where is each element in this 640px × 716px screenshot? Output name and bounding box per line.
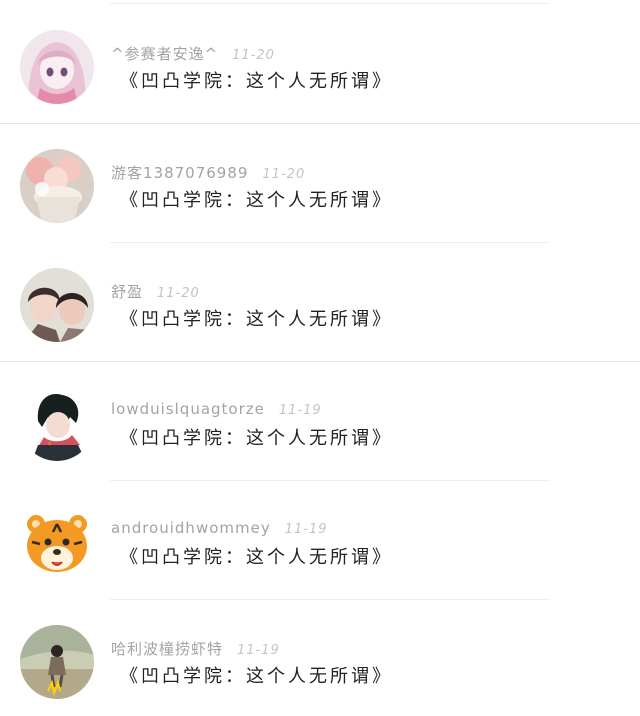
divider bbox=[110, 3, 550, 4]
comment-item: lowduislquagtorze 11-19 《凹凸学院：这个人无所谓》 bbox=[0, 362, 640, 481]
comment-item: 哈利波橦捞虾特 11-19 《凹凸学院：这个人无所谓》 bbox=[0, 600, 640, 716]
comment-date: 11-20 bbox=[157, 286, 200, 301]
comment-item: ^参赛者安逸^ 11-20 《凹凸学院：这个人无所谓》 bbox=[0, 5, 640, 124]
comment-text: 《凹凸学院：这个人无所谓》 bbox=[120, 190, 393, 211]
anime-boy-avatar-icon bbox=[20, 387, 94, 461]
comment-text: 《凹凸学院：这个人无所谓》 bbox=[120, 309, 393, 330]
cupcake-flower-avatar[interactable] bbox=[20, 149, 94, 223]
comment-date: 11-20 bbox=[262, 167, 306, 182]
comment-text: 《凹凸学院：这个人无所谓》 bbox=[120, 428, 393, 449]
comment-text: 《凹凸学院：这个人无所谓》 bbox=[120, 547, 393, 568]
username[interactable]: 哈利波橦捞虾特 11-19 bbox=[111, 638, 280, 659]
comment-date: 11-19 bbox=[284, 522, 328, 537]
comment-date: 11-19 bbox=[237, 643, 280, 658]
girl-standing-photo-avatar[interactable] bbox=[20, 625, 94, 699]
username[interactable]: ^参赛者安逸^ 11-20 bbox=[111, 43, 275, 64]
username[interactable]: lowduislquagtorze 11-19 bbox=[111, 400, 322, 418]
two-girls-photo-avatar[interactable] bbox=[20, 268, 94, 342]
comment-text: 《凹凸学院：这个人无所谓》 bbox=[120, 666, 393, 687]
comment-text: 《凹凸学院：这个人无所谓》 bbox=[120, 71, 393, 92]
anime-girl-avatar-icon bbox=[20, 30, 94, 104]
comment-item: 舒盈 11-20 《凹凸学院：这个人无所谓》 bbox=[0, 243, 640, 362]
username[interactable]: 舒盈 11-20 bbox=[111, 281, 200, 302]
comment-list: ^参赛者安逸^ 11-20 《凹凸学院：这个人无所谓》 游客1387076989 1… bbox=[0, 0, 640, 716]
comment-item: androuidhwommey 11-19 《凹凸学院：这个人无所谓》 bbox=[0, 481, 640, 600]
anime-boy-scarf-avatar[interactable] bbox=[20, 387, 94, 461]
tiger-avatar-icon bbox=[20, 506, 94, 580]
cupcake-avatar-icon bbox=[20, 149, 94, 223]
comment-date: 11-20 bbox=[232, 48, 275, 63]
cartoon-tiger-avatar[interactable] bbox=[20, 506, 94, 580]
username[interactable]: 游客1387076989 11-20 bbox=[111, 162, 305, 183]
username[interactable]: androuidhwommey 11-19 bbox=[111, 519, 328, 537]
girl-standing-photo-icon bbox=[20, 625, 94, 699]
two-girls-photo-icon bbox=[20, 268, 94, 342]
anime-girl-pink-hair-avatar[interactable] bbox=[20, 30, 94, 104]
comment-date: 11-19 bbox=[278, 403, 322, 418]
comment-item: 游客1387076989 11-20 《凹凸学院：这个人无所谓》 bbox=[0, 124, 640, 243]
